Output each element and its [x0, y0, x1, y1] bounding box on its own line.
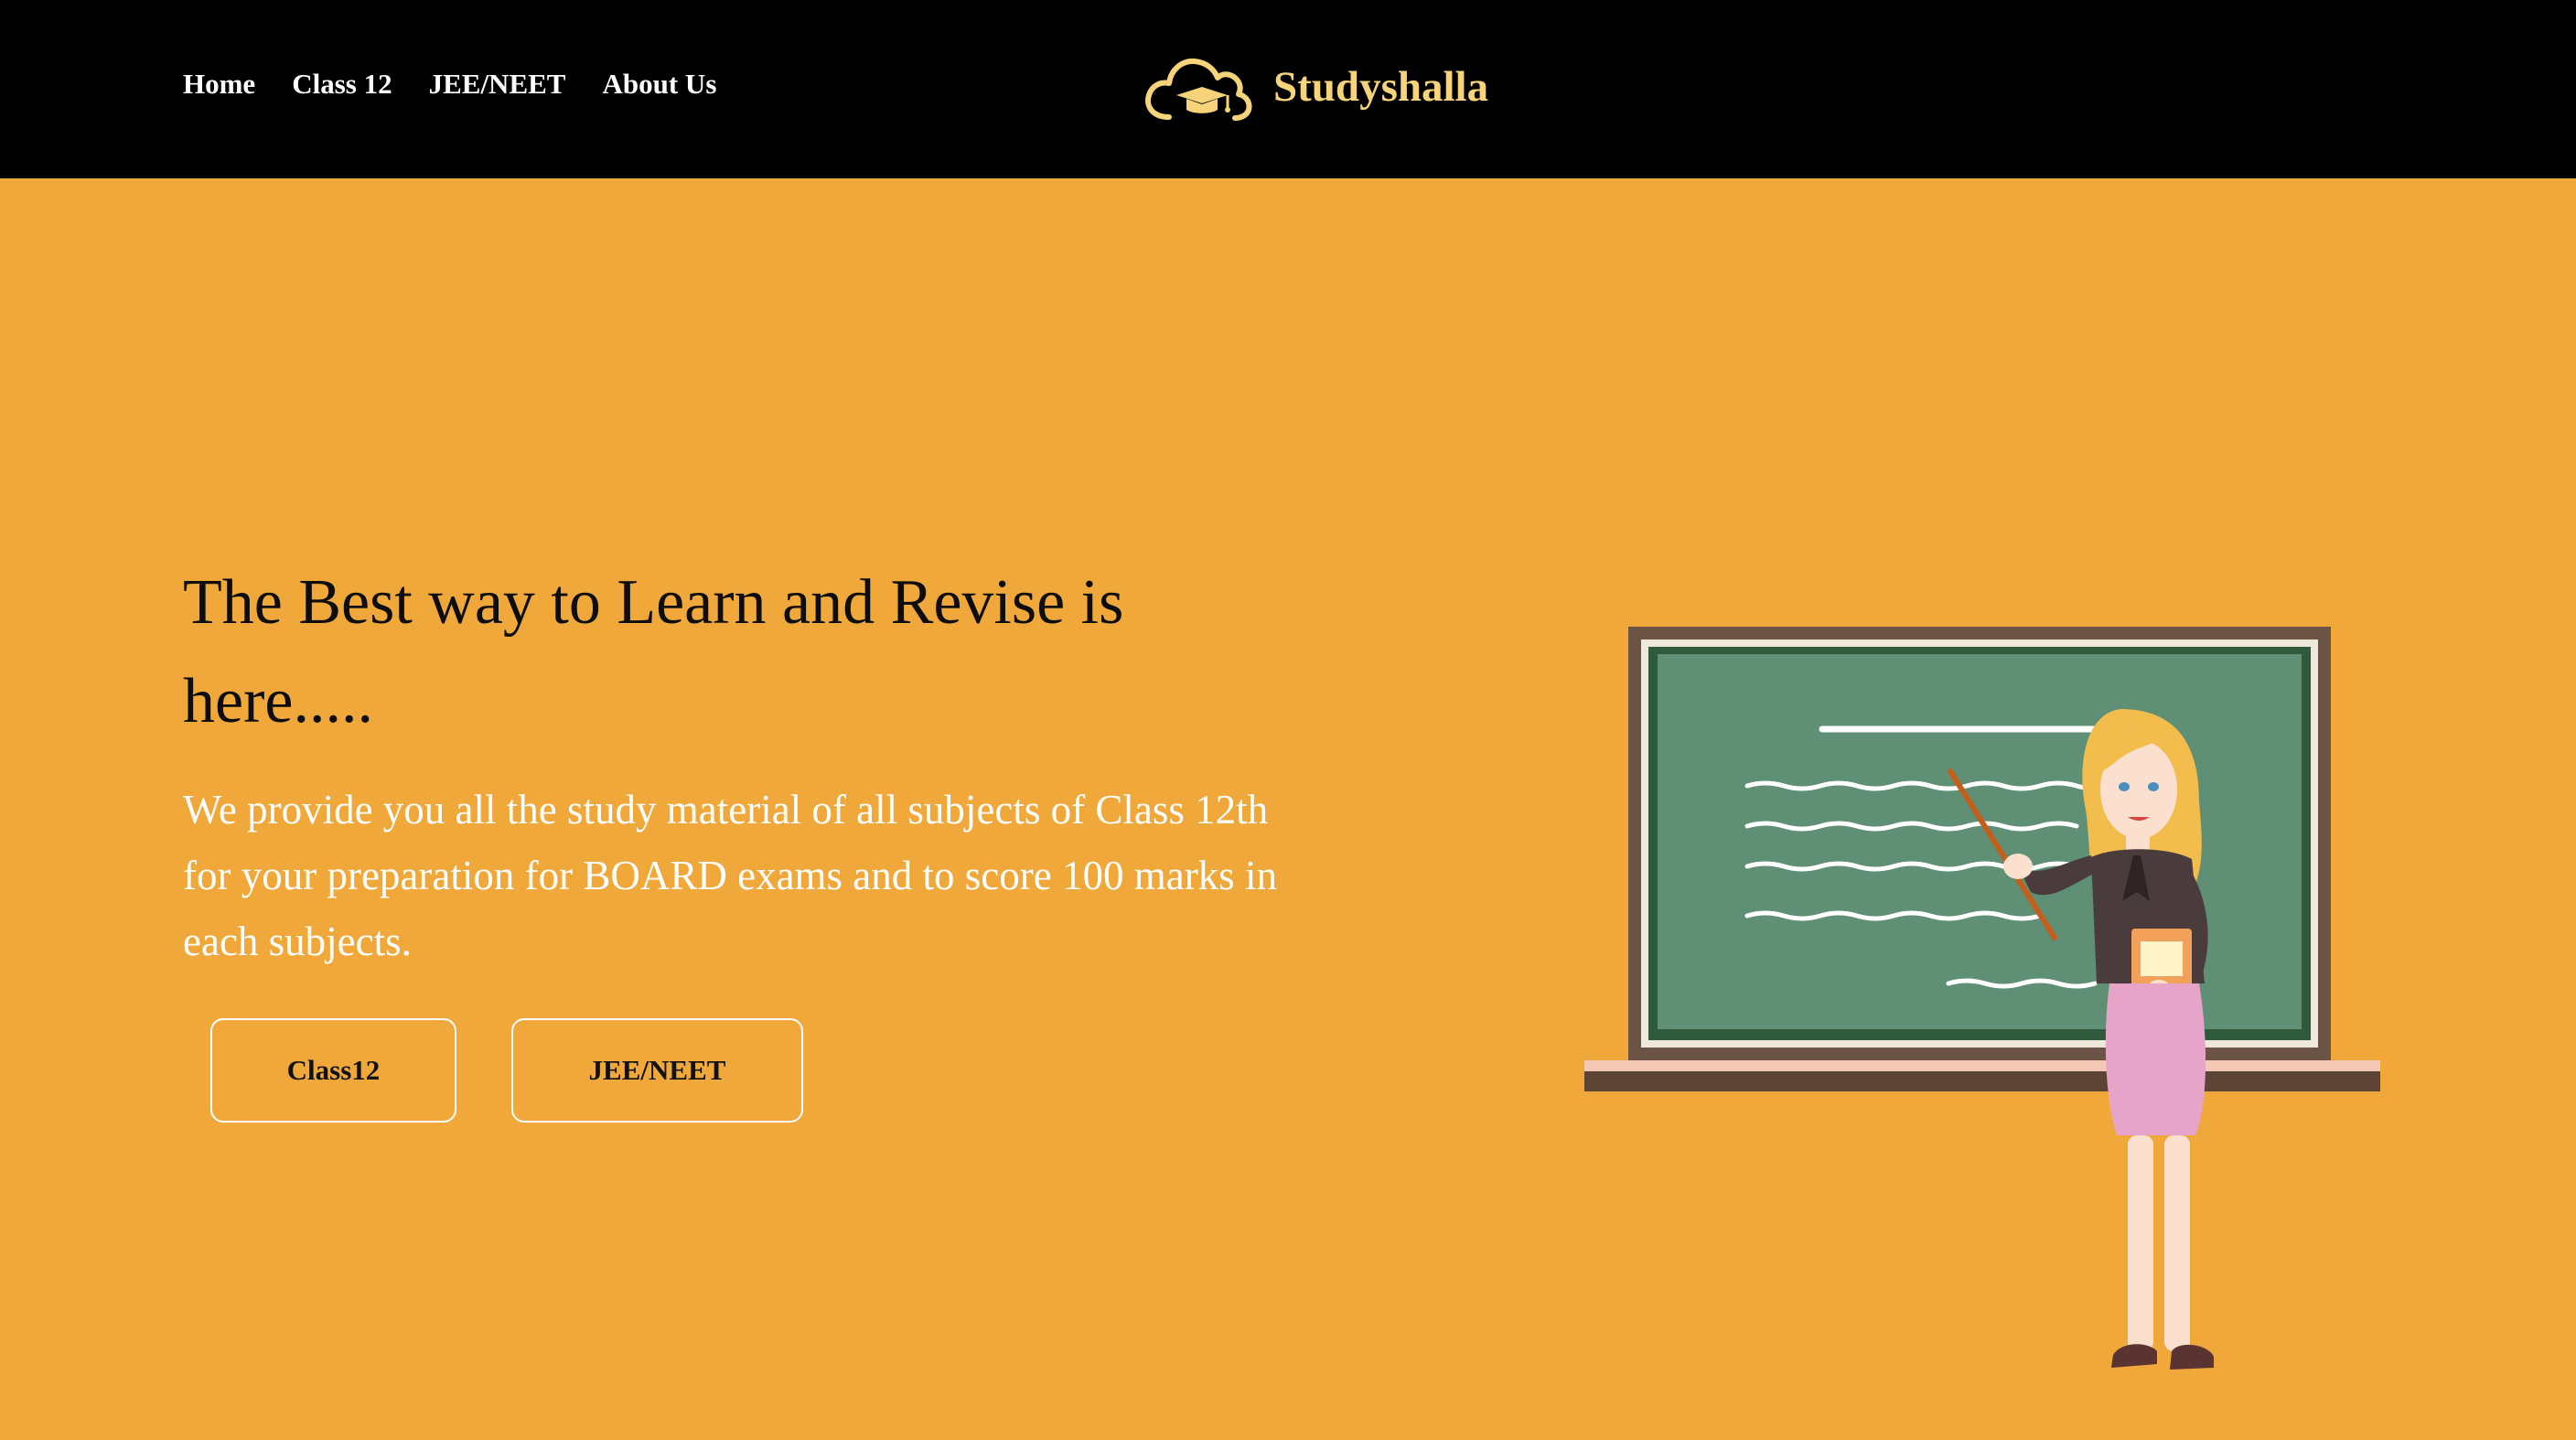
chalkboard-surface [1658, 654, 2302, 1029]
top-navbar: Home Class 12 JEE/NEET About Us Studysha… [0, 0, 2576, 178]
hero-description: We provide you all the study material of… [183, 787, 1277, 964]
nav-link-about-us[interactable]: About Us [602, 68, 716, 101]
hero-title: The Best way to Learn and Revise is here… [183, 567, 1124, 736]
class12-button[interactable]: Class12 [210, 1018, 456, 1123]
brand-name: Studyshalla [1273, 63, 1489, 111]
nav-link-home[interactable]: Home [183, 68, 255, 101]
teacher-at-chalkboard-illustration [1584, 627, 2380, 1370]
cloud-graduation-cap-icon [1145, 58, 1252, 121]
nav-link-jee-neet[interactable]: JEE/NEET [429, 68, 566, 101]
jee-neet-button[interactable]: JEE/NEET [511, 1018, 803, 1123]
hero-section: The Best way to Learn and Revise is here… [0, 178, 2576, 1440]
nav-link-class-12[interactable]: Class 12 [292, 68, 392, 101]
main-nav: Home Class 12 JEE/NEET About Us [183, 68, 716, 101]
brand-logo-link[interactable]: Studyshalla [1142, 49, 1488, 124]
